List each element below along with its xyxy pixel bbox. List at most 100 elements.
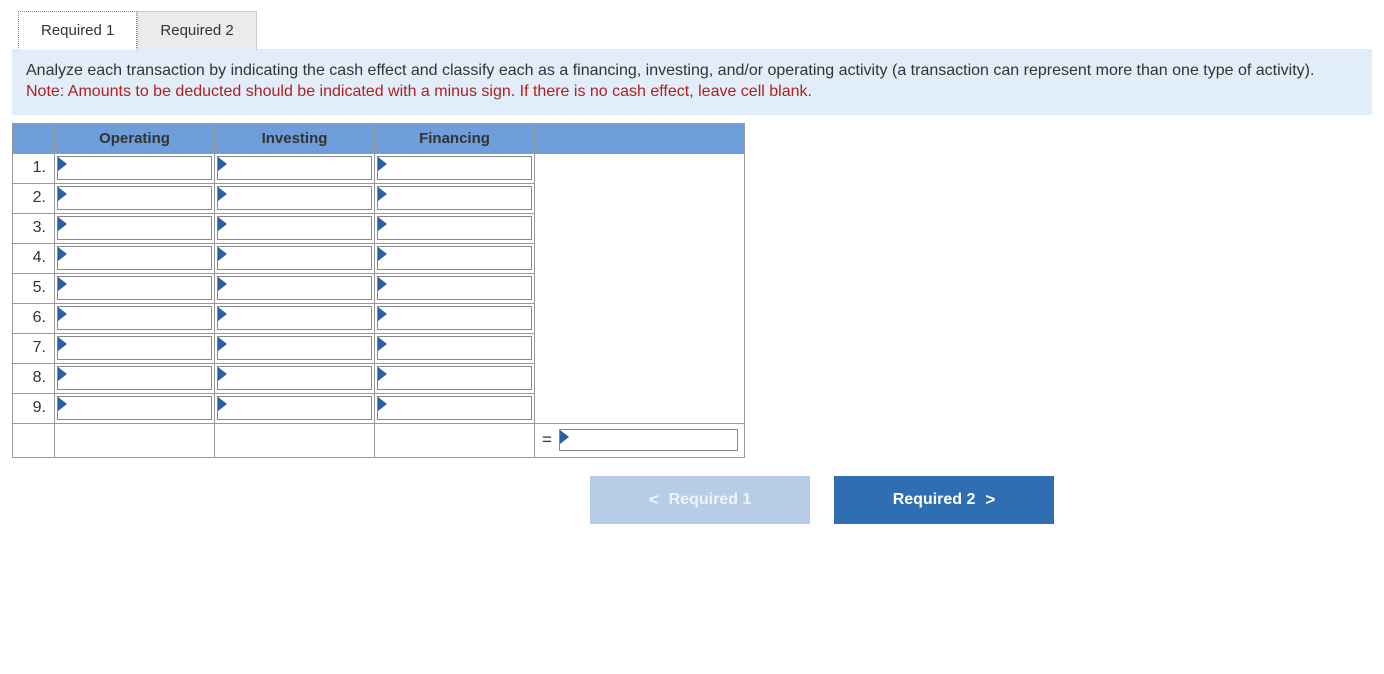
- operating-input[interactable]: [57, 396, 212, 420]
- financing-input[interactable]: [377, 186, 532, 210]
- investing-cell[interactable]: [215, 213, 375, 243]
- nav-next-label: Required 2: [893, 491, 976, 509]
- financing-input[interactable]: [377, 156, 532, 180]
- investing-input[interactable]: [217, 156, 372, 180]
- dropdown-arrow-icon: [58, 307, 67, 321]
- financing-input[interactable]: [377, 396, 532, 420]
- operating-cell[interactable]: [55, 303, 215, 333]
- financing-cell[interactable]: [375, 183, 535, 213]
- dropdown-arrow-icon: [58, 397, 67, 411]
- dropdown-arrow-icon: [218, 247, 227, 261]
- investing-cell[interactable]: [215, 303, 375, 333]
- dropdown-arrow-icon: [218, 307, 227, 321]
- row-number: 4.: [13, 243, 55, 273]
- operating-input[interactable]: [57, 336, 212, 360]
- equals-sign: =: [535, 430, 559, 450]
- financing-cell[interactable]: [375, 303, 535, 333]
- header-spacer: [535, 123, 745, 153]
- dropdown-arrow-icon: [58, 247, 67, 261]
- side-panel: [535, 153, 745, 423]
- operating-cell[interactable]: [55, 243, 215, 273]
- dropdown-arrow-icon: [378, 187, 387, 201]
- financing-cell[interactable]: [375, 243, 535, 273]
- operating-input[interactable]: [57, 276, 212, 300]
- financing-cell[interactable]: [375, 153, 535, 183]
- operating-input[interactable]: [57, 156, 212, 180]
- dropdown-arrow-icon: [218, 217, 227, 231]
- blank-cell: [215, 423, 375, 457]
- investing-input[interactable]: [217, 336, 372, 360]
- tab-bar: Required 1 Required 2: [18, 10, 1372, 50]
- table-row: 1.: [13, 153, 745, 183]
- dropdown-arrow-icon: [218, 337, 227, 351]
- financing-input[interactable]: [377, 246, 532, 270]
- dropdown-arrow-icon: [58, 157, 67, 171]
- total-area: =: [535, 423, 745, 457]
- investing-cell[interactable]: [215, 273, 375, 303]
- investing-input[interactable]: [217, 186, 372, 210]
- investing-input[interactable]: [217, 276, 372, 300]
- investing-cell[interactable]: [215, 243, 375, 273]
- investing-input[interactable]: [217, 216, 372, 240]
- operating-cell[interactable]: [55, 273, 215, 303]
- investing-cell[interactable]: [215, 393, 375, 423]
- dropdown-arrow-icon: [378, 157, 387, 171]
- instructions-text: Analyze each transaction by indicating t…: [26, 62, 1314, 79]
- cash-effect-table: Operating Investing Financing 1.2.3.4.5.…: [12, 123, 745, 458]
- row-number: 9.: [13, 393, 55, 423]
- chevron-right-icon: >: [985, 490, 995, 510]
- financing-cell[interactable]: [375, 363, 535, 393]
- investing-cell[interactable]: [215, 363, 375, 393]
- operating-cell[interactable]: [55, 363, 215, 393]
- financing-input[interactable]: [377, 216, 532, 240]
- tab-required-1[interactable]: Required 1: [18, 11, 137, 50]
- row-number: 8.: [13, 363, 55, 393]
- investing-input[interactable]: [217, 366, 372, 390]
- header-financing: Financing: [375, 123, 535, 153]
- row-number: 6.: [13, 303, 55, 333]
- dropdown-arrow-icon: [58, 187, 67, 201]
- operating-input[interactable]: [57, 306, 212, 330]
- financing-input[interactable]: [377, 336, 532, 360]
- financing-cell[interactable]: [375, 393, 535, 423]
- nav-prev-label: Required 1: [669, 491, 752, 509]
- nav-next-button[interactable]: Required 2 >: [834, 476, 1054, 524]
- instructions-panel: Analyze each transaction by indicating t…: [12, 49, 1372, 115]
- operating-cell[interactable]: [55, 153, 215, 183]
- investing-input[interactable]: [217, 396, 372, 420]
- financing-cell[interactable]: [375, 213, 535, 243]
- investing-input[interactable]: [217, 246, 372, 270]
- dropdown-arrow-icon: [218, 157, 227, 171]
- financing-input[interactable]: [377, 366, 532, 390]
- operating-input[interactable]: [57, 186, 212, 210]
- dropdown-arrow-icon: [378, 217, 387, 231]
- operating-input[interactable]: [57, 366, 212, 390]
- blank-cell: [13, 423, 55, 457]
- financing-input[interactable]: [377, 276, 532, 300]
- investing-cell[interactable]: [215, 333, 375, 363]
- financing-cell[interactable]: [375, 333, 535, 363]
- row-number: 7.: [13, 333, 55, 363]
- investing-cell[interactable]: [215, 153, 375, 183]
- investing-input[interactable]: [217, 306, 372, 330]
- row-number: 1.: [13, 153, 55, 183]
- header-operating: Operating: [55, 123, 215, 153]
- dropdown-arrow-icon: [218, 187, 227, 201]
- dropdown-arrow-icon: [378, 367, 387, 381]
- tab-required-2[interactable]: Required 2: [137, 11, 256, 50]
- nav-prev-button: < Required 1: [590, 476, 810, 524]
- operating-cell[interactable]: [55, 333, 215, 363]
- total-input[interactable]: [559, 429, 738, 451]
- dropdown-arrow-icon: [378, 277, 387, 291]
- dropdown-arrow-icon: [378, 337, 387, 351]
- financing-input[interactable]: [377, 306, 532, 330]
- dropdown-arrow-icon: [58, 277, 67, 291]
- operating-input[interactable]: [57, 246, 212, 270]
- operating-cell[interactable]: [55, 213, 215, 243]
- investing-cell[interactable]: [215, 183, 375, 213]
- financing-cell[interactable]: [375, 273, 535, 303]
- operating-cell[interactable]: [55, 393, 215, 423]
- chevron-left-icon: <: [649, 490, 659, 510]
- operating-input[interactable]: [57, 216, 212, 240]
- operating-cell[interactable]: [55, 183, 215, 213]
